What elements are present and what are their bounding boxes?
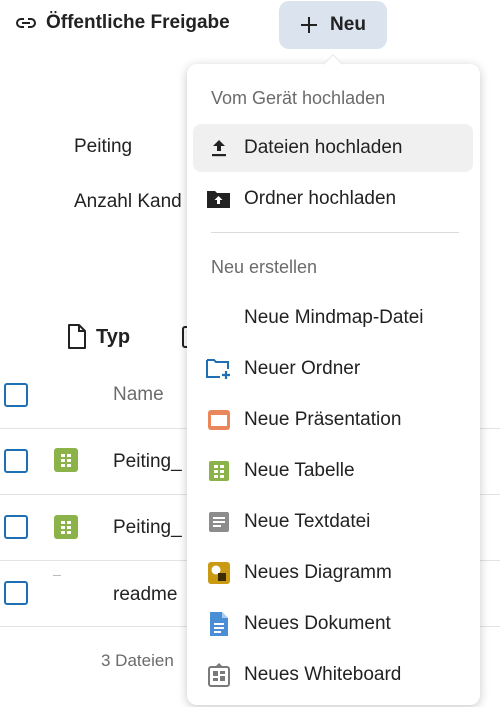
document-icon: [205, 610, 233, 638]
menu-separator: [211, 232, 459, 233]
text-file-icon: [53, 575, 61, 576]
upload-section-title: Vom Gerät hochladen: [211, 88, 386, 108]
spreadsheet-icon: [54, 515, 78, 539]
row-checkbox[interactable]: [4, 581, 28, 605]
spreadsheet-icon: [54, 448, 78, 472]
upload-folder-label: Ordner hochladen: [244, 188, 397, 209]
row-checkbox[interactable]: [4, 515, 28, 539]
diagram-icon: [205, 559, 233, 587]
plus-icon: [301, 17, 318, 33]
new-mindmap-label: Neue Mindmap-Datei: [244, 307, 424, 328]
new-diagram-label: Neues Diagramm: [244, 562, 392, 583]
new-textfile-label: Neue Textdatei: [244, 511, 371, 532]
type-filter-label: Typ: [96, 325, 131, 348]
new-spreadsheet-item[interactable]: Neue Tabelle: [193, 447, 473, 495]
name-column-header[interactable]: Name: [113, 384, 164, 406]
new-presentation-label: Neue Präsentation: [244, 409, 402, 430]
file-count: 3 Dateien: [101, 651, 174, 670]
type-filter-button[interactable]: Typ: [66, 324, 130, 350]
new-menu: Vom Gerät hochladen Dateien hochladen Or…: [187, 64, 480, 705]
create-section-title: Neu erstellen: [211, 257, 318, 277]
link-icon: [16, 18, 36, 28]
whiteboard-icon: [205, 661, 233, 689]
new-presentation-item[interactable]: Neue Präsentation: [193, 396, 473, 444]
text-file-icon: [205, 508, 233, 536]
new-document-label: Neues Dokument: [244, 613, 391, 634]
new-folder-label: Neuer Ordner: [244, 358, 361, 379]
new-textfile-item[interactable]: Neue Textdatei: [193, 498, 473, 546]
header: Öffentliche Freigabe Neu: [0, 0, 500, 50]
detail-count-label: Anzahl Kand: [74, 191, 182, 212]
upload-folder-item[interactable]: Ordner hochladen: [193, 175, 473, 223]
new-diagram-item[interactable]: Neues Diagramm: [193, 549, 473, 597]
new-button-label: Neu: [330, 14, 366, 35]
file-name[interactable]: Peiting_: [113, 517, 182, 539]
presentation-icon: [205, 406, 233, 434]
upload-icon: [205, 134, 233, 162]
new-document-item[interactable]: Neues Dokument: [193, 600, 473, 648]
folder-upload-icon: [205, 185, 233, 213]
new-mindmap-item[interactable]: Neue Mindmap-Datei: [193, 294, 473, 342]
new-spreadsheet-label: Neue Tabelle: [244, 460, 355, 481]
file-icon: [68, 324, 86, 349]
public-share-link[interactable]: Öffentliche Freigabe: [14, 11, 230, 35]
upload-files-item[interactable]: Dateien hochladen: [193, 124, 473, 172]
file-name[interactable]: Peiting_: [113, 451, 182, 473]
upload-files-label: Dateien hochladen: [244, 137, 403, 158]
new-button[interactable]: Neu: [279, 1, 387, 49]
spreadsheet-icon: [205, 457, 233, 485]
new-folder-icon: [205, 355, 233, 383]
share-label: Öffentliche Freigabe: [46, 12, 230, 33]
new-whiteboard-item[interactable]: Neues Whiteboard: [193, 651, 473, 699]
detail-location: Peiting: [74, 136, 133, 157]
row-checkbox[interactable]: [4, 449, 28, 473]
new-folder-item[interactable]: Neuer Ordner: [193, 345, 473, 393]
select-all-checkbox[interactable]: [4, 383, 28, 407]
file-name[interactable]: readme: [113, 584, 177, 606]
new-whiteboard-label: Neues Whiteboard: [244, 664, 402, 685]
